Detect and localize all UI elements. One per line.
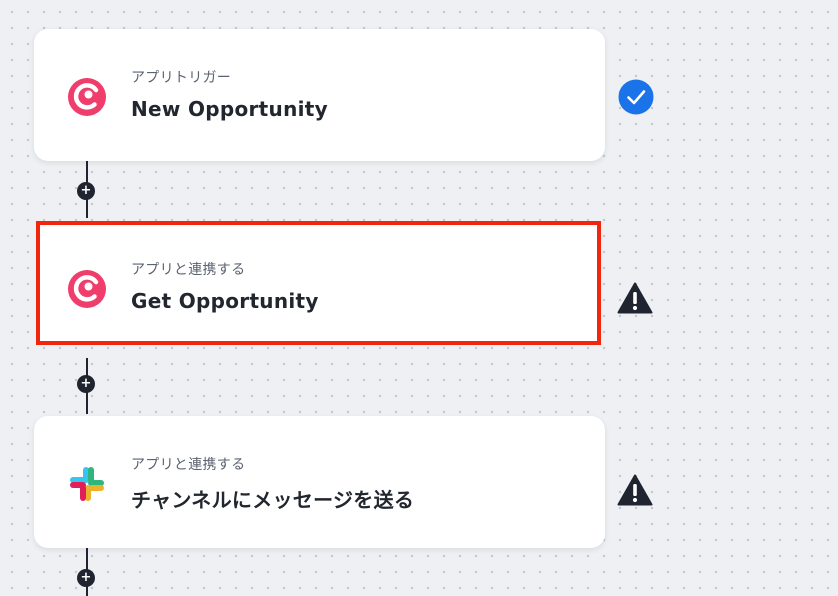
copper-crm-icon	[68, 270, 106, 308]
slack-icon	[70, 467, 104, 501]
add-step-button[interactable]: +	[77, 182, 95, 200]
flow-step-card[interactable]: アプリトリガー New Opportunity	[34, 29, 605, 161]
warning-triangle-icon	[617, 282, 653, 314]
flow-step-card[interactable]: アプリと連携する Get Opportunity	[36, 221, 601, 345]
step-title: Get Opportunity	[131, 289, 319, 313]
add-step-button[interactable]: +	[77, 569, 95, 587]
add-step-button[interactable]: +	[77, 375, 95, 393]
step-type-label: アプリと連携する	[131, 262, 246, 278]
copper-crm-icon	[68, 78, 106, 116]
step-type-label: アプリと連携する	[131, 457, 246, 473]
step-title: New Opportunity	[131, 97, 328, 121]
step-type-label: アプリトリガー	[131, 70, 232, 86]
step-title: チャンネルにメッセージを送る	[131, 488, 415, 512]
flow-step-card[interactable]: アプリと連携する チャンネルにメッセージを送る	[34, 416, 605, 548]
warning-triangle-icon	[617, 474, 653, 506]
check-circle-icon	[618, 79, 654, 115]
